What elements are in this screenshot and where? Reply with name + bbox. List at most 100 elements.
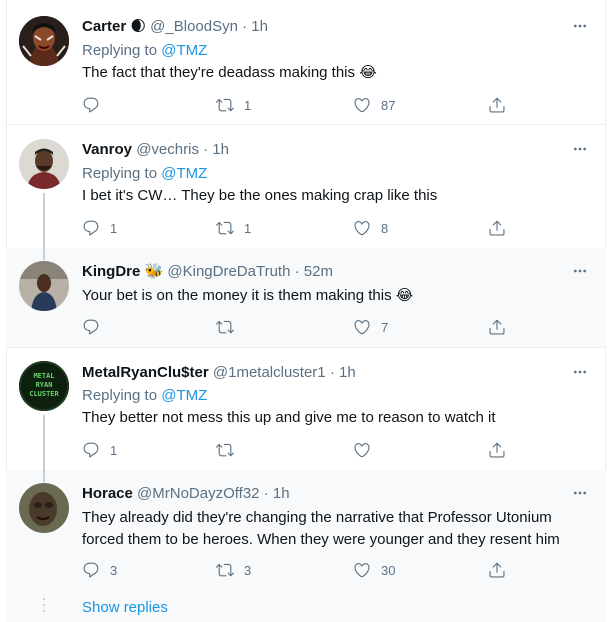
like-button[interactable] (353, 440, 381, 460)
reply-button[interactable]: 3 (82, 560, 117, 580)
timestamp[interactable]: 1h (339, 364, 356, 381)
retweet-icon (216, 318, 234, 336)
like-count: 30 (381, 562, 396, 578)
reply-icon (82, 219, 100, 237)
author-handle[interactable]: @MrNoDayzOff32 (137, 485, 259, 502)
timestamp[interactable]: 52m (304, 263, 333, 280)
reply-icon (82, 561, 100, 579)
like-button[interactable]: 7 (353, 317, 388, 337)
like-icon (353, 219, 371, 237)
share-button[interactable] (488, 440, 506, 460)
timestamp[interactable]: 1h (273, 485, 290, 502)
tweet-text-body: Your bet is on the money it is them maki… (82, 287, 392, 304)
author-name[interactable]: Vanroy (82, 141, 132, 158)
retweet-button[interactable]: 3 (216, 560, 251, 580)
reply-mention[interactable]: @TMZ (161, 42, 207, 59)
more-icon[interactable] (572, 364, 588, 380)
replie-count: 1 (110, 442, 118, 458)
show-replies-link[interactable]: Show replies (82, 599, 168, 616)
tweet-actions: 3 3 30 (82, 560, 512, 580)
replying-to: Replying to @TMZ (82, 386, 207, 406)
tweet-actions: 7 (82, 317, 512, 337)
name-emoji: 🌒 (130, 18, 146, 35)
tweet-actions: 1 1 8 (82, 218, 512, 238)
separator-dot: · (259, 485, 273, 502)
avatar-horace[interactable] (19, 483, 69, 533)
separator-dot: · (290, 263, 304, 280)
reply-button[interactable]: 1 (82, 218, 117, 238)
retweet-icon (216, 219, 234, 237)
like-icon (353, 96, 371, 114)
more-icon[interactable] (572, 141, 588, 157)
tweet-text: I bet it's CW… They be the ones making c… (82, 187, 438, 204)
reply-button[interactable] (82, 95, 110, 115)
separator-dot: · (237, 18, 252, 35)
reply-button[interactable] (82, 317, 110, 337)
retweet-button[interactable] (216, 440, 244, 460)
tweet-emoji: 😂 (395, 287, 414, 304)
more-icon[interactable] (572, 18, 588, 34)
avatar-text-line: CLUSTER (29, 390, 59, 398)
replying-to: Replying to @TMZ (82, 41, 207, 61)
tweet-text-line: They already did they're changing the na… (82, 509, 552, 526)
like-button[interactable]: 30 (353, 560, 395, 580)
more-icon[interactable] (572, 485, 588, 501)
tweet-text: The fact that they're deadass making thi… (82, 62, 572, 84)
replying-to-label: Replying to (82, 165, 158, 182)
timestamp[interactable]: 1h (212, 141, 229, 158)
retweet-button[interactable]: 1 (216, 95, 251, 115)
avatar-text-line: RYAN (35, 381, 53, 389)
share-icon (488, 561, 506, 579)
tweet-emoji: 😂 (359, 64, 377, 81)
tweet-header: MetalRyanClu$ter @1metalcluster1 · 1h (82, 363, 356, 383)
author-handle[interactable]: @1metalcluster1 (213, 364, 326, 381)
tweet-header: Carter 🌒 @_BloodSyn · 1h (82, 17, 268, 37)
tweet-text: They already did they're changing the na… (82, 507, 572, 551)
retweet-button[interactable] (216, 317, 244, 337)
reply-mention[interactable]: @TMZ (161, 165, 207, 182)
replying-to-label: Replying to (82, 387, 158, 404)
author-name[interactable]: MetalRyanClu$ter (82, 364, 209, 381)
tweet-actions: 1 (82, 440, 512, 460)
author-handle[interactable]: @_BloodSyn (150, 18, 238, 35)
author-name[interactable]: Horace (82, 485, 133, 502)
share-icon (488, 441, 506, 459)
tweet-text: Your bet is on the money it is them maki… (82, 285, 572, 307)
tweet-header: Vanroy @vechris · 1h (82, 140, 229, 160)
thread-line (43, 415, 45, 470)
author-name[interactable]: KingDre (82, 263, 140, 280)
thread-line (43, 248, 45, 260)
share-button[interactable] (488, 560, 506, 580)
retweet-button[interactable]: 1 (216, 218, 251, 238)
share-button[interactable] (488, 317, 506, 337)
retweet-icon (216, 561, 234, 579)
reply-mention[interactable]: @TMZ (161, 387, 207, 404)
avatar-kingdre[interactable] (19, 261, 69, 311)
share-button[interactable] (488, 218, 506, 238)
like-button[interactable]: 87 (353, 95, 395, 115)
avatar-vanroy[interactable] (19, 139, 69, 189)
name-emoji: 🐝 (144, 263, 164, 280)
tweet-actions: 1 87 (82, 95, 512, 115)
timestamp[interactable]: 1h (251, 18, 268, 35)
tweet-header: KingDre 🐝 @KingDreDaTruth · 52m (82, 262, 333, 282)
like-count: 7 (381, 319, 389, 335)
avatar-metalryancluster[interactable]: METAL RYAN CLUSTER (19, 361, 69, 411)
like-icon (353, 318, 371, 336)
replie-count: 1 (110, 220, 118, 236)
like-button[interactable]: 8 (353, 218, 388, 238)
replying-to-label: Replying to (82, 42, 158, 59)
share-button[interactable] (488, 95, 506, 115)
tweet-text-body: The fact that they're deadass making thi… (82, 64, 356, 81)
author-name[interactable]: Carter (82, 18, 126, 35)
reply-button[interactable]: 1 (82, 440, 117, 460)
more-icon[interactable] (572, 263, 588, 279)
author-handle[interactable]: @vechris (136, 141, 199, 158)
like-count: 8 (381, 220, 389, 236)
tweet-header: Horace @MrNoDayzOff32 · 1h (82, 484, 290, 504)
like-icon (353, 441, 371, 459)
author-handle[interactable]: @KingDreDaTruth (167, 263, 290, 280)
avatar-carter[interactable] (19, 16, 69, 66)
reply-icon (82, 441, 100, 459)
share-icon (488, 219, 506, 237)
